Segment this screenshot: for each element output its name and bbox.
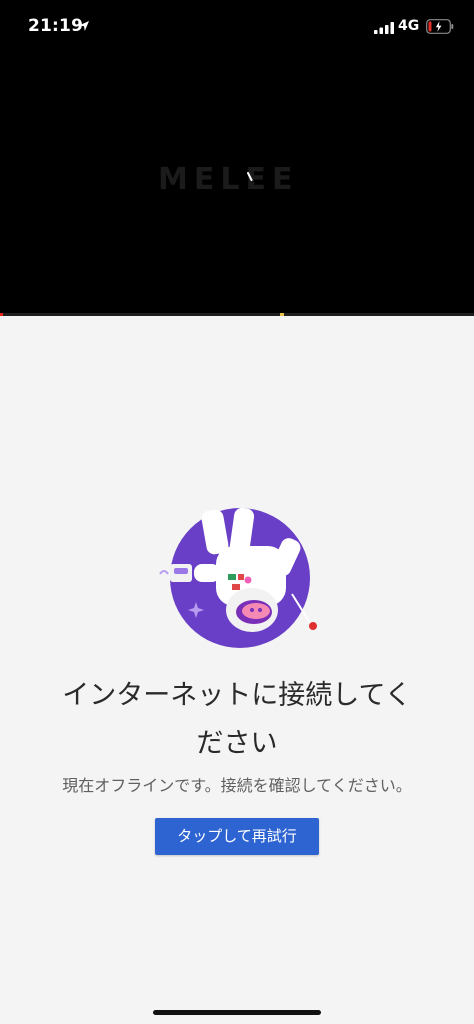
- app-screen: 21:19 4G MELEE インターネットに接続してく ださい 現在オフライン…: [0, 0, 474, 1024]
- network-type-label: 4G: [398, 18, 420, 34]
- location-arrow-icon: [79, 21, 89, 31]
- offline-message: 現在オフラインです。接続を確認してください。: [62, 776, 412, 795]
- cellular-signal-icon: [374, 22, 394, 34]
- offline-title-line-1: インターネットに接続してく: [62, 680, 412, 711]
- loading-spinner-icon: [247, 172, 253, 181]
- status-bar: 21:19 4G: [0, 0, 474, 58]
- status-time: 21:19: [28, 16, 84, 36]
- offline-title-line-2: ださい: [196, 728, 278, 759]
- retry-button[interactable]: タップして再試行: [155, 818, 319, 855]
- battery-charging-icon: [426, 19, 454, 34]
- astronaut-illustration: [159, 508, 317, 648]
- video-progress-bar[interactable]: [0, 313, 474, 316]
- home-indicator[interactable]: [153, 1010, 321, 1015]
- progress-played: [0, 313, 3, 316]
- progress-marker: [280, 313, 284, 316]
- video-title-logo: MELEE: [158, 162, 299, 197]
- offline-title: インターネットに接続してく ださい: [20, 672, 454, 768]
- video-player[interactable]: 21:19 4G MELEE: [0, 0, 474, 314]
